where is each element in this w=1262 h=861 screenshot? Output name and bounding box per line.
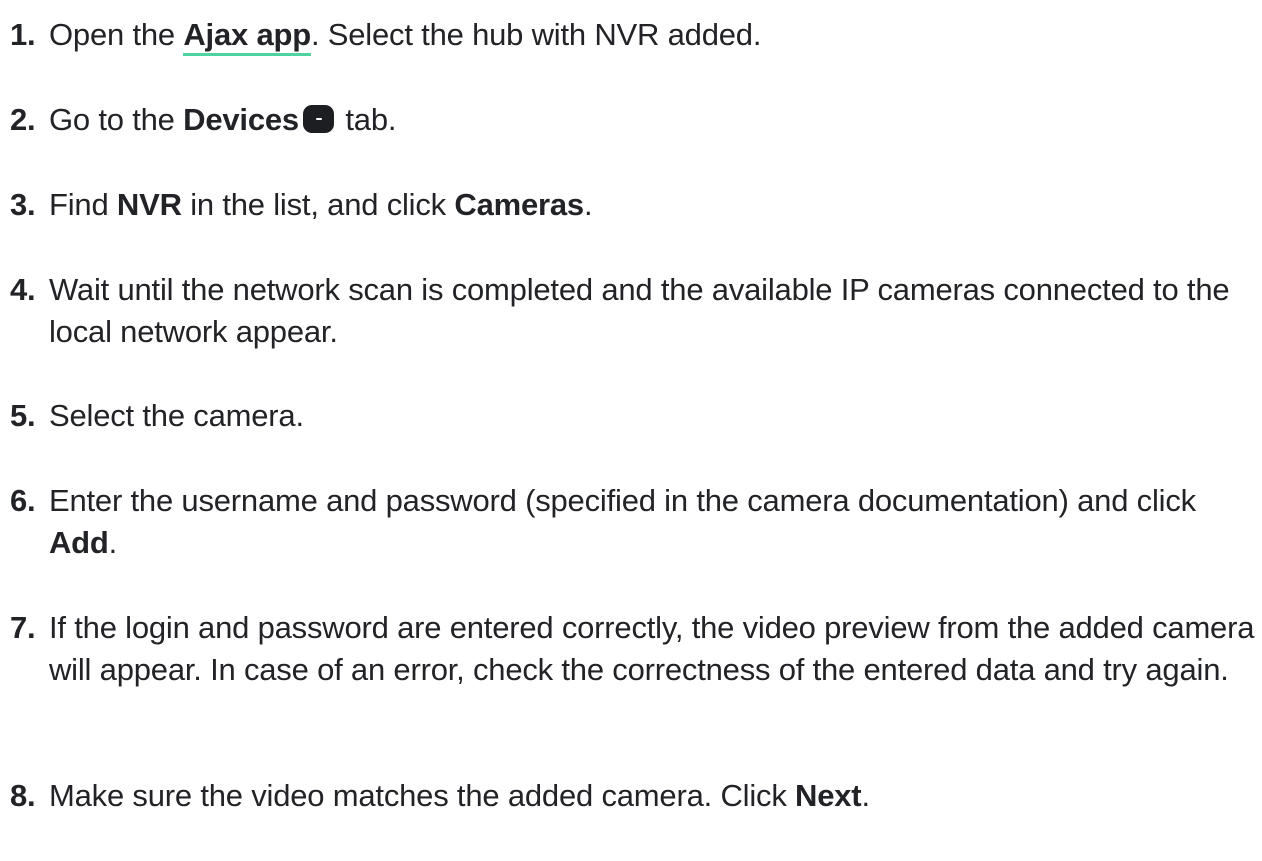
step-text: . <box>108 525 118 560</box>
nvr-label: NVR <box>116 187 182 222</box>
step-text: Select the camera. <box>49 398 304 433</box>
step-text: . <box>861 778 870 813</box>
step-text: in the list, and click <box>181 187 455 222</box>
ajax-app-link[interactable]: Ajax app <box>183 17 311 56</box>
step-text: Enter the username and password (specifi… <box>49 483 1196 518</box>
next-label: Next <box>795 778 862 813</box>
step-number: 7. <box>10 610 36 645</box>
step-6: 6. Enter the username and password (spec… <box>10 480 1255 564</box>
step-2: 2. Go to the Devices tab. <box>10 99 1255 141</box>
step-1: 1. Open the Ajax app. Select the hub wit… <box>10 14 1255 56</box>
devices-label: Devices <box>183 102 299 137</box>
step-number: 6. <box>10 483 36 518</box>
step-text: Find <box>49 187 117 222</box>
step-text: Go to the <box>49 102 184 137</box>
step-number: 8. <box>10 778 36 813</box>
step-text: Make sure the video matches the added ca… <box>49 778 796 813</box>
cameras-label: Cameras <box>454 187 584 222</box>
step-text: If the login and password are entered co… <box>49 610 1255 687</box>
step-text: . Select the hub with NVR added. <box>310 17 762 52</box>
step-number: 4. <box>10 272 36 307</box>
step-number: 3. <box>10 187 36 222</box>
step-8: 8. Make sure the video matches the added… <box>10 775 1255 817</box>
step-text: tab. <box>336 102 397 137</box>
add-label: Add <box>49 525 109 560</box>
step-4: 4. Wait until the network scan is comple… <box>10 269 1255 353</box>
step-number: 2. <box>10 102 36 137</box>
step-3: 3. Find NVR in the list, and click Camer… <box>10 184 1255 226</box>
step-7: 7. If the login and password are entered… <box>10 607 1255 691</box>
devices-tab-icon <box>302 105 334 133</box>
step-number: 5. <box>10 398 36 433</box>
step-text: Open the <box>49 17 184 52</box>
step-number: 1. <box>10 17 36 52</box>
step-text: . <box>583 187 593 222</box>
step-5: 5. Select the camera. <box>10 395 1255 437</box>
step-text: Wait until the network scan is completed… <box>49 272 1230 349</box>
